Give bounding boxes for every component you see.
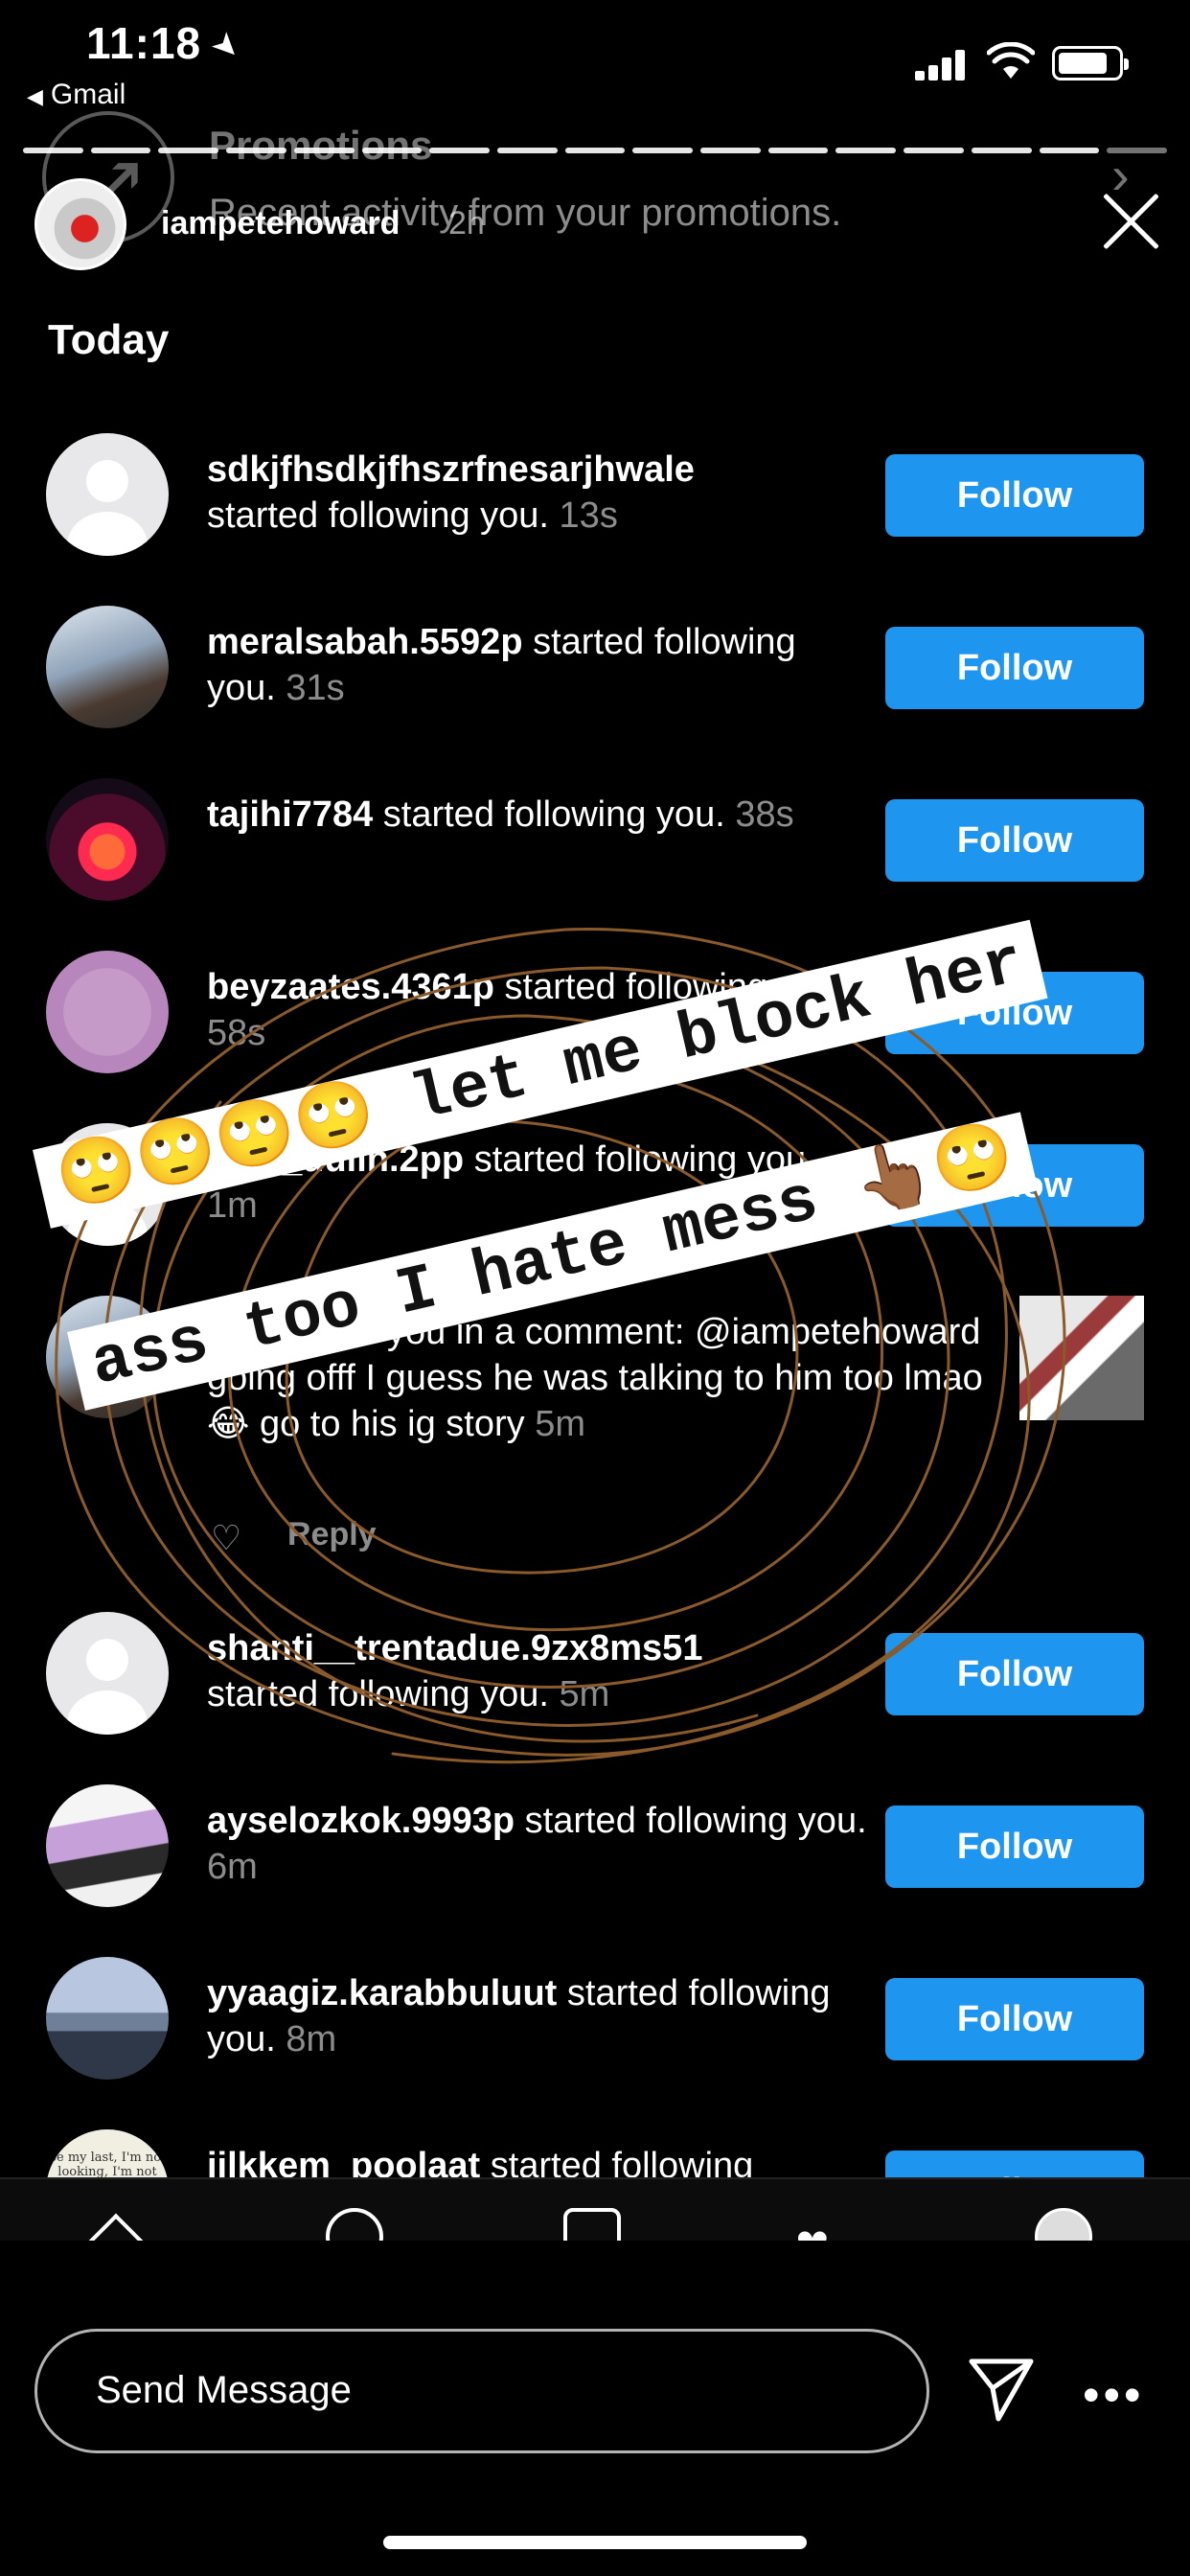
heart-icon[interactable]: ♥ (795, 2216, 853, 2242)
status-time: 11:18 (86, 18, 202, 68)
avatar[interactable]: be my last, I'm not looking, I'm not (46, 2129, 169, 2177)
progress-segment (23, 148, 83, 153)
location-arrow-icon: ➤ (203, 23, 249, 69)
avatar[interactable] (46, 778, 169, 901)
more-icon[interactable]: ••• (1083, 2367, 1145, 2423)
back-app-label: Gmail (50, 79, 126, 110)
progress-segment (700, 148, 761, 153)
add-post-icon[interactable] (563, 2208, 621, 2241)
list-item[interactable]: be my last, I'm not looking, I'm not iil… (0, 2129, 1190, 2177)
follow-button[interactable]: Follow (885, 799, 1144, 882)
tab-bar: ♥ (0, 2177, 1190, 2241)
list-item[interactable]: ayselozkok.9993p started following you. … (0, 1784, 1190, 1957)
send-message-placeholder: Send Message (96, 2369, 352, 2411)
progress-segment (767, 148, 829, 153)
progress-segment (835, 148, 897, 153)
progress-segment (496, 148, 558, 153)
close-icon[interactable] (1100, 190, 1163, 253)
avatar[interactable] (46, 1784, 169, 1907)
progress-segment (1039, 148, 1100, 153)
progress-segment (564, 148, 626, 153)
follow-button[interactable]: Follow (885, 1978, 1144, 2060)
activity-text: sdkjfhsdkjfhszrfnesarjhwale started follo… (207, 449, 695, 536)
follow-button[interactable]: Follow (885, 2150, 1144, 2177)
list-item[interactable]: yyaagiz.karabbuluut started following yo… (0, 1957, 1190, 2129)
back-to-app-link[interactable]: ◀ Gmail (27, 79, 126, 111)
back-triangle-icon: ◀ (27, 84, 43, 108)
battery-icon (1052, 46, 1129, 80)
progress-segment (361, 148, 423, 153)
story-timestamp: 2h (448, 205, 485, 242)
section-title: Today (48, 316, 170, 363)
home-icon[interactable] (81, 2213, 150, 2241)
progress-segment (90, 148, 151, 153)
avatar[interactable] (46, 606, 169, 728)
follow-button[interactable]: Follow (885, 627, 1144, 709)
home-indicator (383, 2536, 807, 2549)
progress-segment (971, 148, 1032, 153)
story-username[interactable]: iampetehoward (161, 205, 400, 242)
progress-segment (293, 148, 355, 153)
follow-button[interactable]: Follow (885, 454, 1144, 537)
search-icon[interactable] (326, 2208, 383, 2241)
activity-text: yyaagiz.karabbuluut started following yo… (207, 1973, 831, 2059)
progress-segment (904, 148, 964, 153)
progress-segment (226, 148, 286, 153)
progress-segment (429, 148, 490, 153)
activity-text: iilkkem_poolaat started following (207, 2146, 754, 2177)
activity-text: meralsabah.5592p started following you. … (207, 622, 796, 708)
avatar[interactable] (46, 1957, 169, 2080)
activity-text: ayselozkok.9993p started following you. … (207, 1801, 867, 1887)
wifi-icon (987, 42, 1035, 79)
follow-button[interactable]: Follow (885, 1806, 1144, 1888)
story-avatar[interactable] (34, 178, 126, 270)
avatar[interactable] (46, 433, 169, 556)
progress-segment (1107, 148, 1167, 153)
banner-title: Promotions (209, 123, 433, 168)
paper-plane-icon[interactable] (966, 2354, 1037, 2425)
list-item[interactable]: sdkjfhsdkjfhszrfnesarjhwale started follo… (0, 433, 1190, 606)
progress-segment (158, 148, 219, 153)
list-item[interactable]: meralsabah.5592p started following you. … (0, 606, 1190, 778)
profile-icon[interactable] (1035, 2208, 1092, 2241)
story-progress-bar (23, 148, 1167, 153)
progress-segment (632, 148, 694, 153)
cell-signal-icon (915, 50, 967, 80)
activity-text: tajihi7784 started following you. 38s (207, 794, 794, 835)
